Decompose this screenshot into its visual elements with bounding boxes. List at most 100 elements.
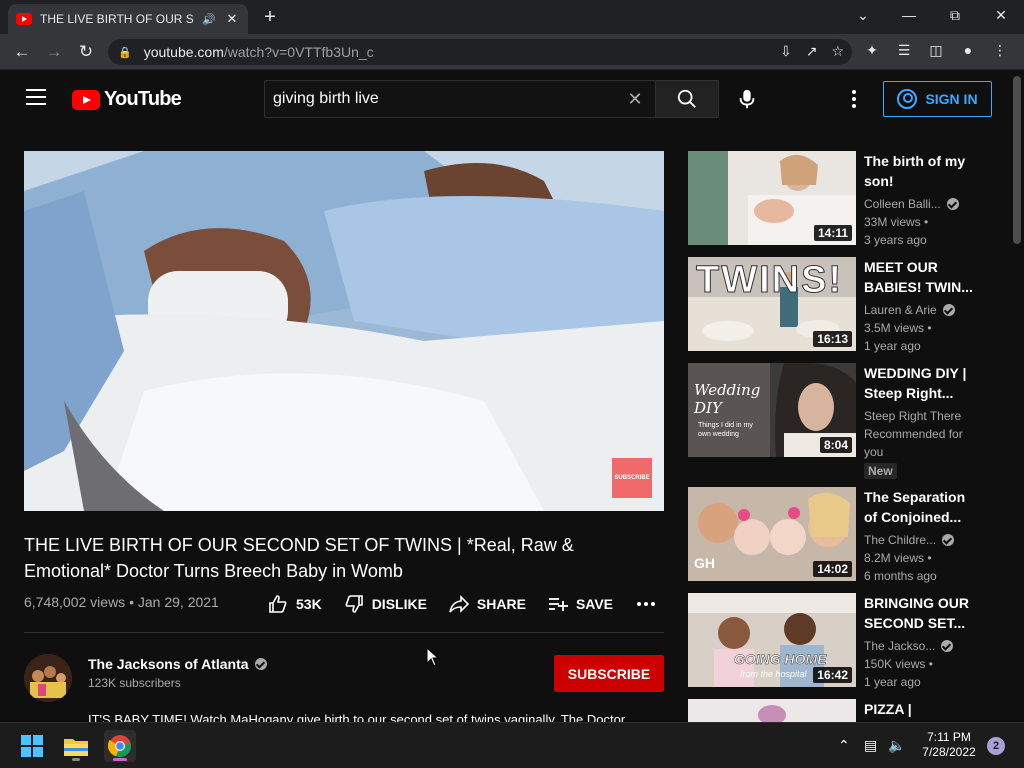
browser-tab-strip: THE LIVE BIRTH OF OUR SECOND SET OF TWIN…: [0, 0, 1024, 34]
channel-name[interactable]: The Childre...: [864, 531, 980, 549]
channel-name-text[interactable]: The Childre...: [864, 531, 936, 549]
windows-taskbar: ⌃ ▤ 🔈 7:11 PM 7/28/2022 2: [0, 722, 1024, 768]
channel-name[interactable]: Colleen Balli...: [864, 195, 980, 213]
search-input[interactable]: [273, 90, 623, 108]
start-button[interactable]: [16, 730, 48, 762]
subscribe-button[interactable]: SUBSCRIBE: [554, 655, 664, 692]
video-title[interactable]: The birth of my son!: [864, 151, 980, 191]
video-thumbnail[interactable]: Wedding DIY Things I did in my own weddi…: [688, 363, 856, 457]
channel-avatar[interactable]: [24, 654, 72, 702]
chrome-taskbar-button[interactable]: [104, 730, 136, 762]
save-label: SAVE: [575, 596, 614, 612]
video-title[interactable]: BRINGING OUR SECOND SET...: [864, 593, 980, 633]
lock-icon[interactable]: 🔒: [118, 46, 132, 59]
reload-icon[interactable]: ↻: [74, 40, 98, 64]
thumbnail-caption: GOING HOME: [734, 651, 827, 668]
network-icon[interactable]: ▤: [864, 737, 877, 754]
channel-name-text[interactable]: The Jacksons of Atlanta: [88, 656, 249, 672]
forward-arrow-icon[interactable]: →: [42, 40, 66, 64]
channel-name-text[interactable]: Steep Right There: [864, 407, 961, 425]
video-info[interactable]: The birth of my son! Colleen Balli... 33…: [864, 151, 980, 249]
video-thumbnail[interactable]: GOING HOME from the hospital 16:42: [688, 593, 856, 687]
browser-tab[interactable]: THE LIVE BIRTH OF OUR SECOND SET OF TWIN…: [8, 4, 248, 34]
hamburger-menu-icon[interactable]: [26, 89, 46, 105]
channel-name[interactable]: The Jackso...: [864, 637, 980, 655]
extensions-puzzle-icon[interactable]: ✦: [862, 42, 882, 59]
settings-more-icon[interactable]: [842, 86, 866, 112]
video-thumbnail[interactable]: [688, 699, 856, 722]
video-info[interactable]: MEET OUR BABIES! TWIN... Lauren & Arie 3…: [864, 257, 980, 355]
video-info[interactable]: PIZZA |: [864, 699, 980, 719]
new-tab-button[interactable]: +: [258, 5, 282, 29]
scrollbar-thumb[interactable]: [1013, 76, 1021, 244]
recommended-video[interactable]: Wedding DIY Things I did in my own weddi…: [688, 363, 988, 480]
back-arrow-icon[interactable]: ←: [10, 40, 34, 64]
close-tab-icon[interactable]: ✕: [224, 11, 240, 27]
browser-toolbar: ← → ↻ 🔒 youtube.com/watch?v=0VTTfb3Un_c …: [0, 34, 1024, 70]
verified-check-icon: [254, 658, 267, 670]
video-duration: 14:11: [813, 225, 852, 241]
video-thumbnail[interactable]: 14:11: [688, 151, 856, 245]
share-button[interactable]: SHARE: [449, 594, 526, 614]
video-title[interactable]: PIZZA |: [864, 699, 980, 719]
youtube-play-logo-icon: [72, 89, 100, 110]
video-actions: 53K DISLIKE SHARE SAVE: [268, 594, 656, 614]
profile-icon[interactable]: ●: [958, 42, 978, 59]
channel-name-text[interactable]: Lauren & Arie: [864, 301, 937, 319]
share-page-icon[interactable]: ↗: [806, 43, 818, 60]
side-panel-icon[interactable]: ◫: [926, 42, 946, 59]
close-window-button[interactable]: ✕: [986, 4, 1016, 26]
subscribe-watermark[interactable]: SUBSCRIBE: [612, 458, 652, 498]
browser-menu-icon[interactable]: ⋮: [990, 42, 1010, 59]
sign-in-button[interactable]: SIGN IN: [883, 81, 992, 117]
volume-icon[interactable]: 🔈: [888, 737, 905, 754]
video-info[interactable]: BRINGING OUR SECOND SET... The Jackso...…: [864, 593, 980, 691]
voice-search-button[interactable]: [732, 84, 762, 114]
like-button[interactable]: 53K: [268, 594, 322, 614]
video-title[interactable]: MEET OUR BABIES! TWIN...: [864, 257, 980, 297]
minimize-button[interactable]: —: [894, 4, 924, 26]
video-duration: 14:02: [813, 561, 852, 577]
restore-button[interactable]: ⧉: [940, 4, 970, 26]
video-description[interactable]: IT'S BABY TIME! Watch MaHogany give birt…: [88, 712, 664, 722]
video-info[interactable]: WEDDING DIY | Steep Right... Steep Right…: [864, 363, 980, 480]
recommended-video[interactable]: PIZZA |: [688, 699, 988, 722]
recommended-video[interactable]: TWINS! 16:13 MEET OUR BABIES! TWIN... La…: [688, 257, 988, 353]
speaker-icon[interactable]: 🔊: [202, 13, 216, 26]
mouse-cursor-icon: [426, 647, 440, 667]
youtube-favicon-icon: [16, 13, 32, 25]
install-app-icon[interactable]: ⇩: [780, 43, 792, 60]
page-scrollbar[interactable]: [1010, 70, 1024, 730]
channel-name-text[interactable]: The Jackso...: [864, 637, 935, 655]
video-title[interactable]: WEDDING DIY | Steep Right...: [864, 363, 980, 403]
recommended-video[interactable]: GOING HOME from the hospital 16:42 BRING…: [688, 593, 988, 689]
address-bar[interactable]: 🔒 youtube.com/watch?v=0VTTfb3Un_c ⇩ ↗ ☆: [108, 39, 852, 65]
channel-name[interactable]: Lauren & Arie: [864, 301, 980, 319]
media-playlist-icon[interactable]: ☰: [894, 42, 914, 59]
save-button[interactable]: SAVE: [548, 594, 613, 614]
notification-badge[interactable]: 2: [987, 737, 1005, 755]
system-clock[interactable]: 7:11 PM 7/28/2022: [916, 730, 982, 760]
video-title[interactable]: The Separation of Conjoined...: [864, 487, 980, 527]
recommended-video[interactable]: 14:11 The birth of my son! Colleen Balli…: [688, 151, 988, 247]
search-box[interactable]: ✕: [264, 80, 656, 118]
video-player[interactable]: SUBSCRIBE: [24, 151, 664, 511]
youtube-logo[interactable]: YouTube: [72, 88, 182, 111]
channel-name[interactable]: The Jacksons of Atlanta: [88, 656, 267, 672]
video-thumbnail[interactable]: TWINS! 16:13: [688, 257, 856, 351]
video-frame-image: [24, 151, 664, 511]
tab-search-chevron-icon[interactable]: ⌄: [848, 4, 878, 26]
video-thumbnail[interactable]: GH 14:02: [688, 487, 856, 581]
search-button[interactable]: [655, 80, 719, 118]
bookmark-star-icon[interactable]: ☆: [831, 43, 844, 60]
channel-name[interactable]: Steep Right There: [864, 407, 980, 425]
video-info[interactable]: The Separation of Conjoined... The Child…: [864, 487, 980, 585]
recommended-video[interactable]: GH 14:02 The Separation of Conjoined... …: [688, 487, 988, 583]
dislike-button[interactable]: DISLIKE: [344, 594, 427, 614]
show-hidden-icons-chevron-icon[interactable]: ⌃: [838, 737, 850, 754]
channel-name-text[interactable]: Colleen Balli...: [864, 195, 941, 213]
tab-title: THE LIVE BIRTH OF OUR SECOND SET OF TWIN…: [40, 12, 194, 26]
clear-search-icon[interactable]: ✕: [623, 89, 647, 110]
file-explorer-button[interactable]: [60, 730, 92, 762]
more-actions-icon[interactable]: [637, 602, 656, 606]
